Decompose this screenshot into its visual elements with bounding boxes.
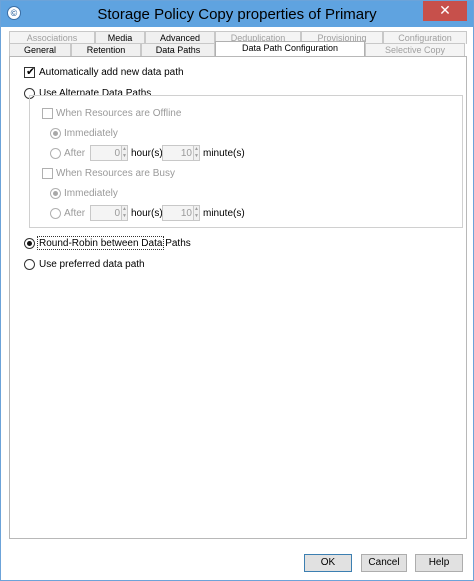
busy-minutes-unit: minute(s): [203, 208, 245, 219]
busy-hours-value: 0: [114, 208, 120, 219]
dialog-window: © Storage Policy Copy properties of Prim…: [0, 0, 474, 581]
tab-data-path-configuration[interactable]: Data Path Configuration: [215, 41, 365, 56]
busy-after-radio[interactable]: [50, 208, 61, 219]
offline-hours-value: 0: [114, 148, 120, 159]
spinner-arrows-icon[interactable]: ▲ ▼: [193, 145, 200, 161]
tab-row-bottom: General Retention Data Paths Data Path C…: [9, 41, 465, 56]
spinner-arrows-icon[interactable]: ▲ ▼: [193, 205, 200, 221]
tab-data-paths[interactable]: Data Paths: [141, 43, 215, 56]
tab-retention[interactable]: Retention: [71, 43, 141, 56]
window-title: Storage Policy Copy properties of Primar…: [97, 6, 377, 23]
help-button[interactable]: Help: [415, 554, 463, 572]
spinner-arrows-icon[interactable]: ▲ ▼: [121, 205, 128, 221]
ok-button[interactable]: OK: [304, 554, 352, 572]
busy-label: When Resources are Busy: [56, 168, 175, 179]
offline-minutes-value: 10: [180, 148, 192, 159]
busy-hours-spinner[interactable]: 0 ▲ ▼: [90, 205, 128, 221]
busy-minutes-value: 10: [180, 208, 192, 219]
busy-after-label: After: [64, 208, 86, 219]
busy-hours-unit: hour(s): [131, 208, 163, 219]
spinner-arrows-icon[interactable]: ▲ ▼: [121, 145, 128, 161]
title-bar[interactable]: © Storage Policy Copy properties of Prim…: [1, 1, 473, 27]
busy-immediately-label: Immediately: [64, 188, 118, 199]
offline-immediately-label: Immediately: [64, 128, 118, 139]
round-robin-radio[interactable]: [24, 238, 35, 249]
tab-general[interactable]: General: [9, 43, 71, 56]
close-button[interactable]: ✕: [423, 1, 467, 21]
preferred-path-radio[interactable]: [24, 259, 35, 270]
offline-minutes-spinner[interactable]: 10 ▲ ▼: [162, 145, 200, 161]
busy-immediately-radio[interactable]: [50, 188, 61, 199]
cancel-button[interactable]: Cancel: [361, 554, 407, 572]
offline-immediately-radio[interactable]: [50, 128, 61, 139]
tab-selective-copy[interactable]: Selective Copy: [365, 43, 465, 56]
offline-hours-spinner[interactable]: 0 ▲ ▼: [90, 145, 128, 161]
offline-minutes-unit: minute(s): [203, 148, 245, 159]
auto-add-label: Automatically add new data path: [39, 67, 184, 78]
busy-minutes-spinner[interactable]: 10 ▲ ▼: [162, 205, 200, 221]
offline-after-label: After: [64, 148, 86, 159]
offline-after-radio[interactable]: [50, 148, 61, 159]
auto-add-checkbox[interactable]: ✔: [24, 66, 36, 78]
offline-checkbox[interactable]: [42, 108, 53, 119]
preferred-path-label: Use preferred data path: [39, 259, 145, 270]
offline-label: When Resources are Offline: [56, 108, 182, 119]
offline-hours-unit: hour(s): [131, 148, 163, 159]
tab-content-panel: ✔ Automatically add new data path Use Al…: [9, 56, 467, 539]
checkmark-icon: ✔: [26, 66, 36, 78]
round-robin-label: Round-Robin between Data Paths: [39, 238, 191, 249]
busy-checkbox[interactable]: [42, 168, 53, 179]
